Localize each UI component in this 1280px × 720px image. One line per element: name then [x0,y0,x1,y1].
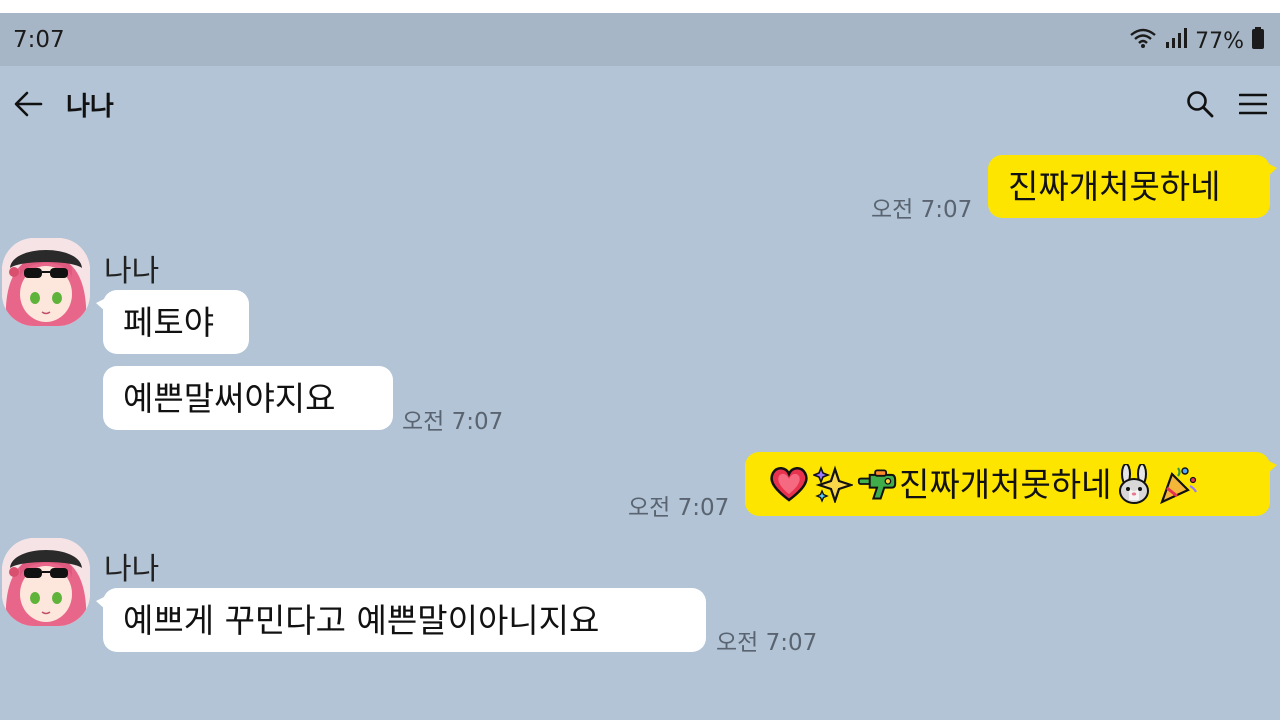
incoming-message-bubble[interactable]: 페토야 [96,290,249,354]
search-button[interactable] [1180,84,1220,124]
anime-girl-avatar-image [2,538,90,626]
message-text: 예쁜말써야지요 [123,378,336,418]
sender-name: 나나 [104,254,160,289]
menu-button[interactable] [1233,84,1273,124]
message-text: 진짜개처못하네 [1008,167,1221,206]
status-icons: 77% [1129,27,1264,55]
search-icon [1187,91,1214,118]
wifi-icon [1129,27,1157,55]
status-time: 7:07 [13,27,65,53]
message-text: 진짜개처못하네 [899,464,1112,504]
back-button[interactable] [8,84,48,124]
incoming-message-bubble[interactable]: 예쁜말써야지요 [103,366,393,430]
sparkles-emoji-icon [813,464,853,504]
anime-girl-avatar-image [2,238,90,326]
avatar[interactable] [2,538,90,626]
message-time: 오전 7:07 [716,630,818,656]
signal-icon [1165,28,1188,54]
sender-name: 나나 [104,552,160,587]
rabbit-emoji-icon [1114,464,1154,504]
message-time: 오전 7:07 [871,197,973,223]
party-popper-emoji-icon [1158,464,1198,504]
message-time: 오전 7:07 [402,409,504,435]
outgoing-message-bubble[interactable]: 진짜개처못하네 [988,155,1277,218]
hamburger-menu-icon [1239,93,1267,115]
incoming-message-bubble[interactable]: 예쁘게 꾸민다고 예쁜말이아니지요 [96,588,706,652]
status-bar: 7:07 77% [0,13,1280,66]
chat-header: 나나 [0,66,1280,144]
message-time: 오전 7:07 [628,495,730,521]
top-strip [0,0,1280,13]
message-text: 예쁘게 꾸민다고 예쁜말이아니지요 [123,600,600,640]
battery-percent: 77% [1195,28,1244,54]
water-pistol-emoji-icon [857,464,897,504]
outgoing-message-bubble[interactable]: 진짜개처못하네 [745,452,1277,516]
battery-icon [1252,27,1264,55]
avatar[interactable] [2,238,90,326]
message-text: 페토야 [123,302,215,342]
back-arrow-icon [14,91,43,117]
heart-emoji-icon [769,464,809,504]
chat-title: 나나 [66,92,114,122]
